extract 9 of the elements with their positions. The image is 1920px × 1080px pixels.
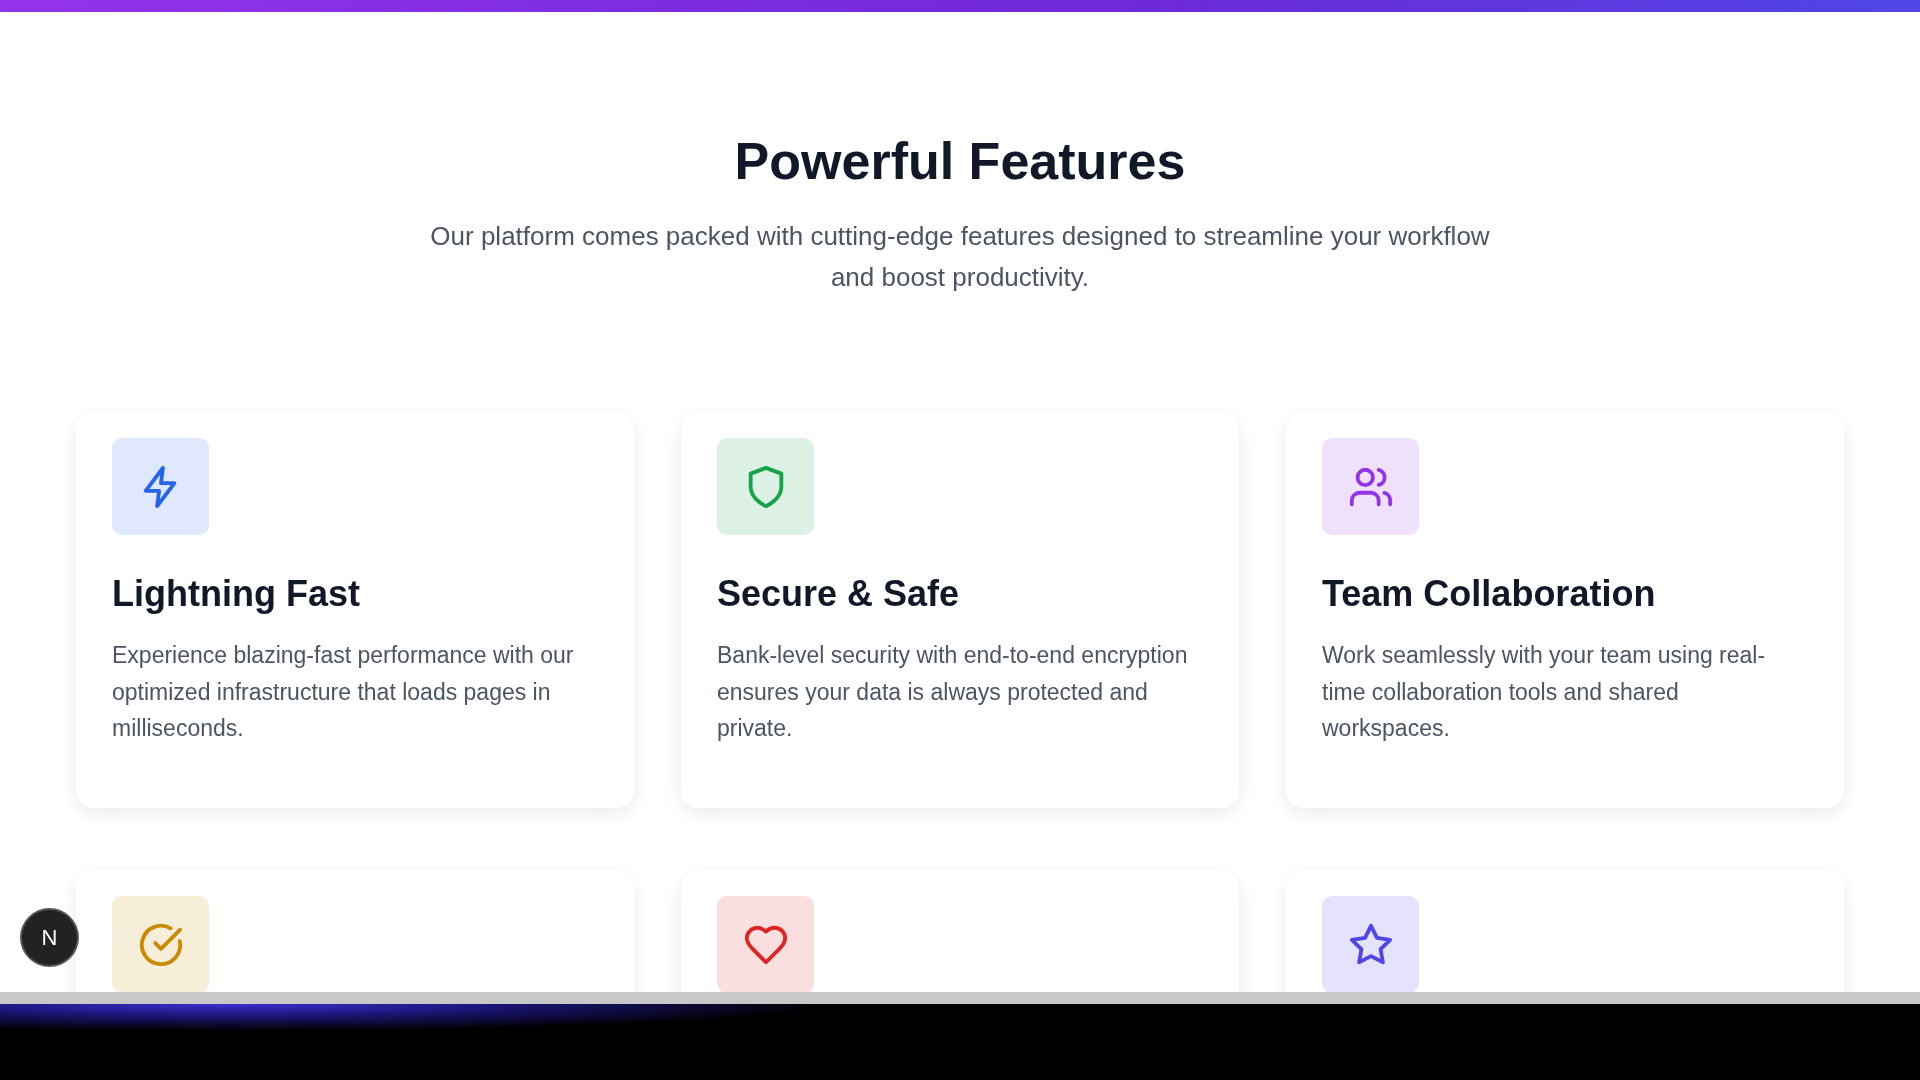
feature-description: Experience blazing-fast performance with our optimized infrastructure that loads pages in milliseconds. (112, 641, 575, 744)
feature-title: Lightning Fast (112, 573, 361, 616)
section-subtitle: Our platform comes packed with cutting-edge features designed to streamline your workflow and boost productivity. (429, 220, 1491, 295)
feature-description: Work seamlessly with your team using real-time collaboration tools and shared workspaces. (1322, 641, 1767, 744)
feature-title: Secure & Safe (717, 573, 961, 616)
dev-tools-badge[interactable]: N (22, 910, 77, 965)
feature-title: Team Collaboration (1322, 573, 1657, 616)
feature-description: Bank-level security with end-to-end encryption ensures your data is always protected and private. (717, 641, 1189, 744)
section-title: Powerful Features (733, 131, 1187, 192)
